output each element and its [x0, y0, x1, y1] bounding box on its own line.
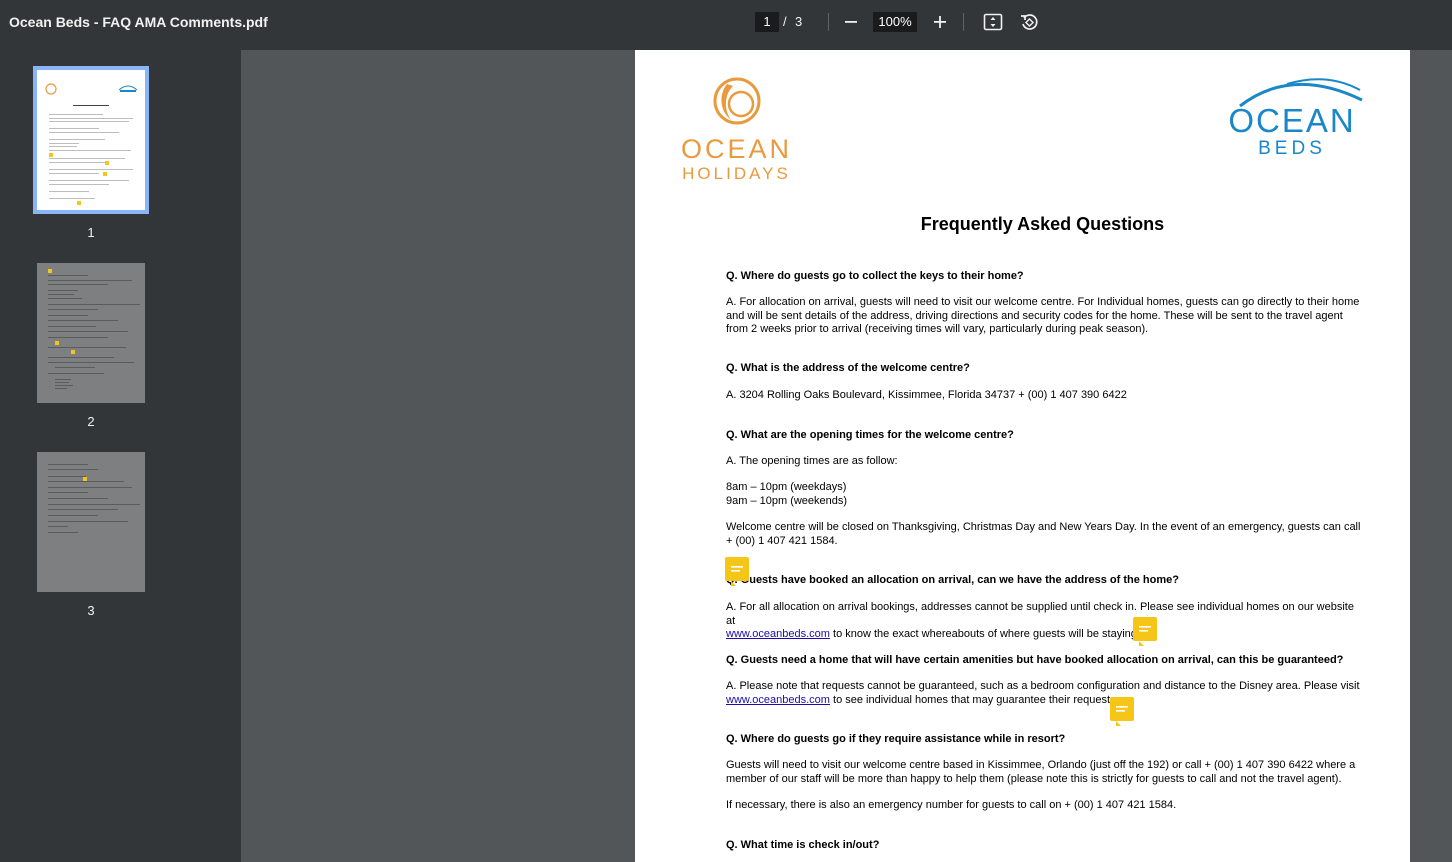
faq-answer: A. The opening times are as follow:: [726, 455, 898, 467]
faq-question: Q. Guests need a home that will have cer…: [726, 654, 1344, 666]
ocean-holidays-logo-icon: [45, 83, 57, 95]
comment-annotation[interactable]: [1110, 697, 1134, 726]
logo-text: OCEAN: [1228, 102, 1356, 139]
thumbnail-label: 3: [87, 603, 95, 618]
viewer-margin: [1410, 50, 1452, 862]
zoom-in-button[interactable]: [928, 10, 952, 34]
page-thumbnail-2[interactable]: [37, 263, 145, 403]
faq-question: Q. What are the opening times for the we…: [726, 429, 1014, 441]
answer-text: to see individual homes that may guarant…: [829, 693, 1119, 706]
fit-to-page-button[interactable]: [981, 10, 1005, 34]
faq-answer: A. For all allocation on arrival booking…: [726, 601, 1366, 642]
faq-answer: A. For allocation on arrival, guests wil…: [726, 296, 1360, 335]
ocean-beds-logo-icon: [118, 85, 138, 92]
rotate-button[interactable]: [1017, 10, 1041, 34]
faq-question: Q. Where do guests go if they require as…: [726, 733, 1066, 745]
total-pages: 3: [795, 14, 803, 29]
faq-answer: Welcome centre will be closed on Thanksg…: [726, 521, 1361, 547]
plus-icon: [934, 16, 946, 28]
faq-answer: If necessary, there is also an emergency…: [726, 799, 1177, 811]
toolbar-divider: [828, 13, 829, 31]
thumbnail-label: 1: [87, 225, 95, 240]
toolbar-divider: [963, 13, 964, 31]
faq-question: Q. Where do guests go to collect the key…: [726, 270, 1024, 282]
pdf-page-1: OCEAN HOLIDAYS OCEAN BEDS Frequently Ask…: [635, 50, 1410, 862]
document-heading: Frequently Asked Questions: [920, 214, 1165, 234]
faq-answer: Guests will need to visit our welcome ce…: [726, 759, 1356, 785]
comment-annotation[interactable]: [725, 557, 749, 586]
faq-answer: A. Please note that requests cannot be g…: [726, 680, 1366, 707]
page-thumbnail-3[interactable]: [37, 452, 145, 592]
faq-answer: A. 3204 Rolling Oaks Boulevard, Kissimme…: [726, 389, 1127, 401]
comment-annotation[interactable]: [1133, 617, 1157, 646]
rotate-icon: [1021, 14, 1038, 30]
pdf-toolbar: Ocean Beds - FAQ AMA Comments.pdf 1 / 3 …: [0, 0, 1452, 50]
fit-page-icon: [983, 13, 1003, 31]
page-separator: /: [783, 14, 787, 29]
ocean-holidays-emblem-icon: [713, 77, 761, 125]
opening-times-weekdays: 8am – 10pm (weekdays): [726, 481, 847, 493]
faq-question: Q. Guests have booked an allocation on a…: [726, 574, 1179, 586]
answer-text: A. Please note that requests cannot be g…: [726, 680, 1360, 692]
page-thumbnail-1[interactable]: [33, 66, 149, 214]
comment-icon: [731, 566, 743, 572]
comment-icon: [1139, 626, 1151, 632]
thumbnail-label: 2: [87, 414, 95, 429]
comment-icon: [1116, 706, 1128, 712]
answer-text: A. For all allocation on arrival booking…: [726, 601, 1354, 627]
thumbnail-sidebar: 1 2 3: [0, 50, 241, 862]
logo-subtext: BEDS: [1258, 138, 1326, 159]
opening-times-weekends: 9am – 10pm (weekends): [726, 495, 848, 507]
oceanbeds-link[interactable]: www.oceanbeds.com: [726, 628, 830, 640]
zoom-out-button[interactable]: [839, 10, 863, 34]
ocean-beds-logo: OCEAN BEDS: [1217, 72, 1367, 167]
ocean-holidays-logo: OCEAN HOLIDAYS: [674, 72, 799, 183]
answer-text: to know the exact whereabouts of where g…: [829, 628, 1140, 640]
logo-subtext: HOLIDAYS: [682, 164, 791, 183]
page-number-input[interactable]: 1: [755, 12, 779, 32]
faq-question: Q. What time is check in/out?: [726, 839, 880, 851]
oceanbeds-link[interactable]: www.oceanbeds.com: [726, 694, 830, 706]
logo-text: OCEAN: [680, 134, 793, 164]
zoom-level-input[interactable]: 100%: [873, 12, 917, 32]
minus-icon: [845, 21, 857, 23]
faq-question: Q. What is the address of the welcome ce…: [726, 362, 970, 374]
document-title: Ocean Beds - FAQ AMA Comments.pdf: [9, 14, 268, 30]
